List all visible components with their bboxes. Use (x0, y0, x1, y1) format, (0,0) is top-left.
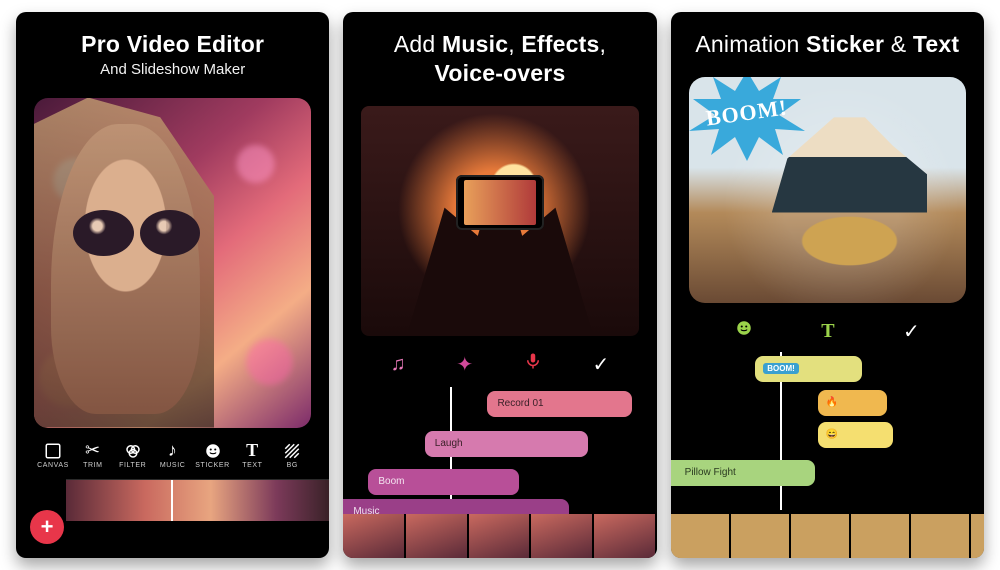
sticker-icon (204, 440, 222, 462)
emoji: 😄 (826, 429, 838, 440)
timeline-strip[interactable] (66, 479, 329, 521)
video-strip[interactable] (671, 514, 984, 558)
t: Text (913, 31, 959, 57)
sticker-track-smile[interactable]: 😄 (818, 422, 893, 448)
tool-music[interactable]: ♪ MUSIC (154, 440, 192, 469)
music-note-icon: ♪ (168, 440, 178, 462)
text-icon: T (246, 440, 259, 462)
panel1-heading: Pro Video Editor And Slideshow Maker (16, 12, 329, 90)
canvas-icon (44, 440, 62, 462)
t: Voice-overs (435, 60, 566, 86)
tool-label: TRIM (83, 462, 103, 469)
sticker-timeline[interactable]: BOOM! 🔥 😄 Pillow Fight (671, 352, 984, 558)
tool-sticker[interactable]: STICKER (194, 440, 232, 469)
track-label: Boom (378, 476, 404, 487)
t: , (599, 31, 606, 57)
panel-music-effects: Add Music, Effects, Voice-overs ♫ ✦ ✓ Re… (343, 12, 656, 558)
audio-toolbar: ♫ ✦ ✓ (343, 336, 656, 387)
panel-pro-video-editor: Pro Video Editor And Slideshow Maker CAN… (16, 12, 329, 558)
tool-bg[interactable]: BG (273, 440, 311, 469)
sticker-track-text[interactable]: Pillow Fight (671, 460, 815, 486)
tool-trim[interactable]: ✂ TRIM (74, 440, 112, 469)
preview-photo (34, 98, 311, 428)
bg-icon (283, 440, 301, 462)
tool-label: CANVAS (37, 462, 69, 469)
effect-icon[interactable]: ✦ (456, 352, 473, 377)
panel2-heading: Add Music, Effects, Voice-overs (343, 12, 656, 98)
panel3-heading: Animation Sticker & Text (671, 12, 984, 69)
label: Pillow Fight (685, 467, 736, 478)
video-strip[interactable] (343, 514, 656, 558)
sticker-toolbar: T ✓ (671, 303, 984, 352)
chip: BOOM! (763, 363, 799, 374)
track-boom[interactable]: Boom (368, 469, 518, 495)
t: Add (394, 31, 442, 57)
t: Music (442, 31, 508, 57)
preview-photo (361, 106, 638, 336)
boom-sticker[interactable]: BOOM! (689, 77, 813, 165)
tool-label: MUSIC (160, 462, 186, 469)
tool-filter[interactable]: FILTER (114, 440, 152, 469)
confirm-icon[interactable]: ✓ (593, 352, 610, 377)
tool-label: BG (287, 462, 298, 469)
tool-canvas[interactable]: CANVAS (34, 440, 72, 469)
music-icon[interactable]: ♫ (391, 353, 406, 376)
panel1-title: Pro Video Editor (81, 31, 264, 57)
t: & (884, 31, 913, 57)
t: Sticker (806, 31, 884, 57)
scissors-icon: ✂ (85, 440, 101, 462)
sticker-track-boom[interactable]: BOOM! (755, 356, 862, 382)
audio-timeline[interactable]: Record 01 Laugh Boom Music (343, 387, 656, 559)
tool-label: TEXT (242, 462, 262, 469)
text-icon[interactable]: T (821, 320, 834, 343)
panel-sticker-text: Animation Sticker & Text BOOM! T ✓ BOOM!… (671, 12, 984, 558)
t: Effects (521, 31, 599, 57)
track-laugh[interactable]: Laugh (425, 431, 588, 457)
emoji-icon[interactable] (735, 319, 753, 343)
preview-photo: BOOM! (689, 77, 966, 303)
t: Animation (695, 31, 806, 57)
tool-text[interactable]: T TEXT (233, 440, 271, 469)
panel1-subtitle: And Slideshow Maker (28, 61, 317, 80)
editor-toolbar: CANVAS ✂ TRIM FILTER ♪ MUSIC STICKER T T… (16, 428, 329, 475)
mic-icon[interactable] (524, 352, 542, 376)
track-label: Laugh (435, 438, 463, 449)
track-record[interactable]: Record 01 (487, 391, 631, 417)
t: , (508, 31, 521, 57)
confirm-icon[interactable]: ✓ (903, 319, 920, 344)
filter-icon (124, 440, 142, 462)
app-store-screenshots: Pro Video Editor And Slideshow Maker CAN… (16, 12, 984, 558)
add-button[interactable]: + (30, 510, 64, 544)
sticker-track-fire[interactable]: 🔥 (818, 390, 887, 416)
track-label: Record 01 (497, 398, 543, 409)
emoji: 🔥 (826, 397, 838, 408)
tool-label: FILTER (119, 462, 146, 469)
tool-label: STICKER (195, 462, 230, 469)
